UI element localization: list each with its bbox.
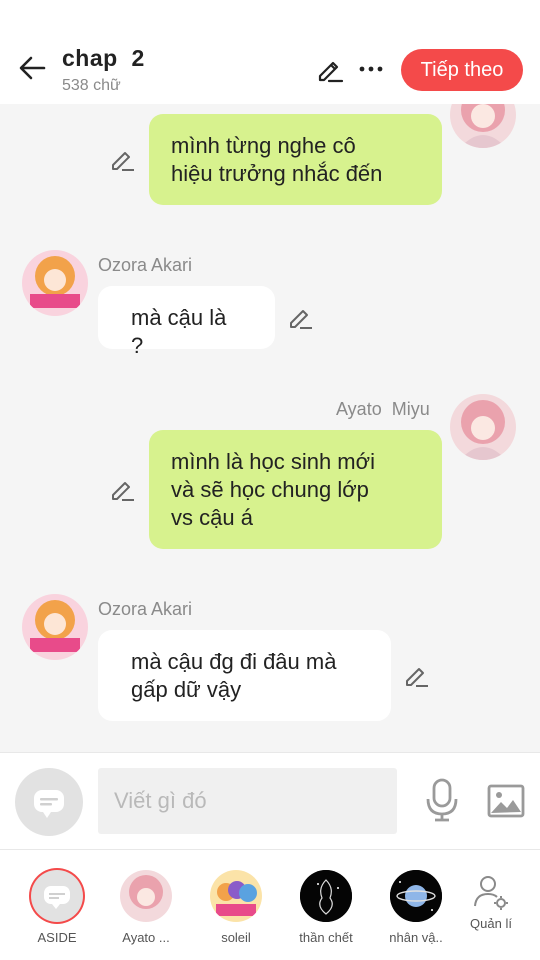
top-bar: chap 2 538 chữ Tiếp theo bbox=[0, 0, 540, 104]
image-icon[interactable] bbox=[486, 781, 526, 821]
character-than-chet[interactable]: thần chết bbox=[286, 870, 366, 945]
avatar-ozora-akari[interactable] bbox=[22, 250, 88, 316]
character-ayato[interactable]: Ayato ... bbox=[106, 870, 186, 945]
edit-message-icon[interactable] bbox=[110, 146, 136, 172]
character-label: soleil bbox=[221, 930, 251, 945]
sender-name: Ozora Akari bbox=[98, 599, 193, 619]
avatar bbox=[300, 870, 352, 922]
character-aside[interactable]: ASIDE bbox=[17, 870, 97, 945]
message-input-bar bbox=[0, 752, 540, 850]
word-count: 538 chữ bbox=[62, 77, 121, 94]
avatar bbox=[390, 870, 442, 922]
back-arrow-icon[interactable] bbox=[16, 52, 48, 84]
avatar-ayato-miyu[interactable] bbox=[450, 394, 516, 460]
aside-chat-icon bbox=[31, 870, 83, 922]
avatar bbox=[120, 870, 172, 922]
user-settings-icon bbox=[474, 876, 508, 910]
message-bubble[interactable]: mình từng nghe cô hiệu trưởng nhắc đến bbox=[149, 114, 442, 205]
message-bubble[interactable]: mình là học sinh mới và sẽ học chung lớp… bbox=[149, 430, 442, 549]
avatar-ayato-miyu[interactable] bbox=[450, 104, 516, 148]
message-input[interactable] bbox=[98, 768, 397, 834]
chapter-title: chap 2 bbox=[62, 45, 145, 71]
character-label: thần chết bbox=[299, 930, 353, 945]
avatar-ozora-akari[interactable] bbox=[22, 594, 88, 660]
character-nhan-vat[interactable]: nhân vậ.. bbox=[376, 870, 456, 945]
microphone-icon[interactable] bbox=[423, 777, 461, 823]
more-options-icon[interactable] bbox=[356, 55, 386, 83]
character-label: Quản lí bbox=[470, 916, 512, 931]
message-bubble[interactable]: mà cậu đg đi đâu mà gấp dữ vậy bbox=[98, 630, 391, 721]
character-label: nhân vậ.. bbox=[389, 930, 443, 945]
aside-toggle-button[interactable] bbox=[15, 768, 83, 836]
message-bubble[interactable]: mà cậu là ? bbox=[98, 286, 275, 358]
chat-area[interactable]: mình từng nghe cô hiệu trưởng nhắc đến O… bbox=[0, 104, 540, 752]
avatar bbox=[210, 870, 262, 922]
sender-name: Ayato Miyu bbox=[336, 399, 430, 419]
character-bar: ASIDE Ayato ... soleil thần chết nhân vậ… bbox=[0, 850, 540, 960]
edit-icon[interactable] bbox=[316, 56, 344, 84]
aside-chat-icon bbox=[34, 790, 64, 818]
character-label: Ayato ... bbox=[122, 930, 170, 945]
sender-name: Ozora Akari bbox=[98, 255, 193, 275]
manage-characters-button[interactable]: Quản lí bbox=[451, 872, 531, 931]
edit-message-icon[interactable] bbox=[110, 476, 136, 502]
edit-message-icon[interactable] bbox=[288, 304, 314, 330]
character-soleil[interactable]: soleil bbox=[196, 870, 276, 945]
next-button[interactable]: Tiếp theo bbox=[401, 49, 523, 91]
edit-message-icon[interactable] bbox=[404, 662, 430, 688]
character-label: ASIDE bbox=[37, 930, 77, 945]
